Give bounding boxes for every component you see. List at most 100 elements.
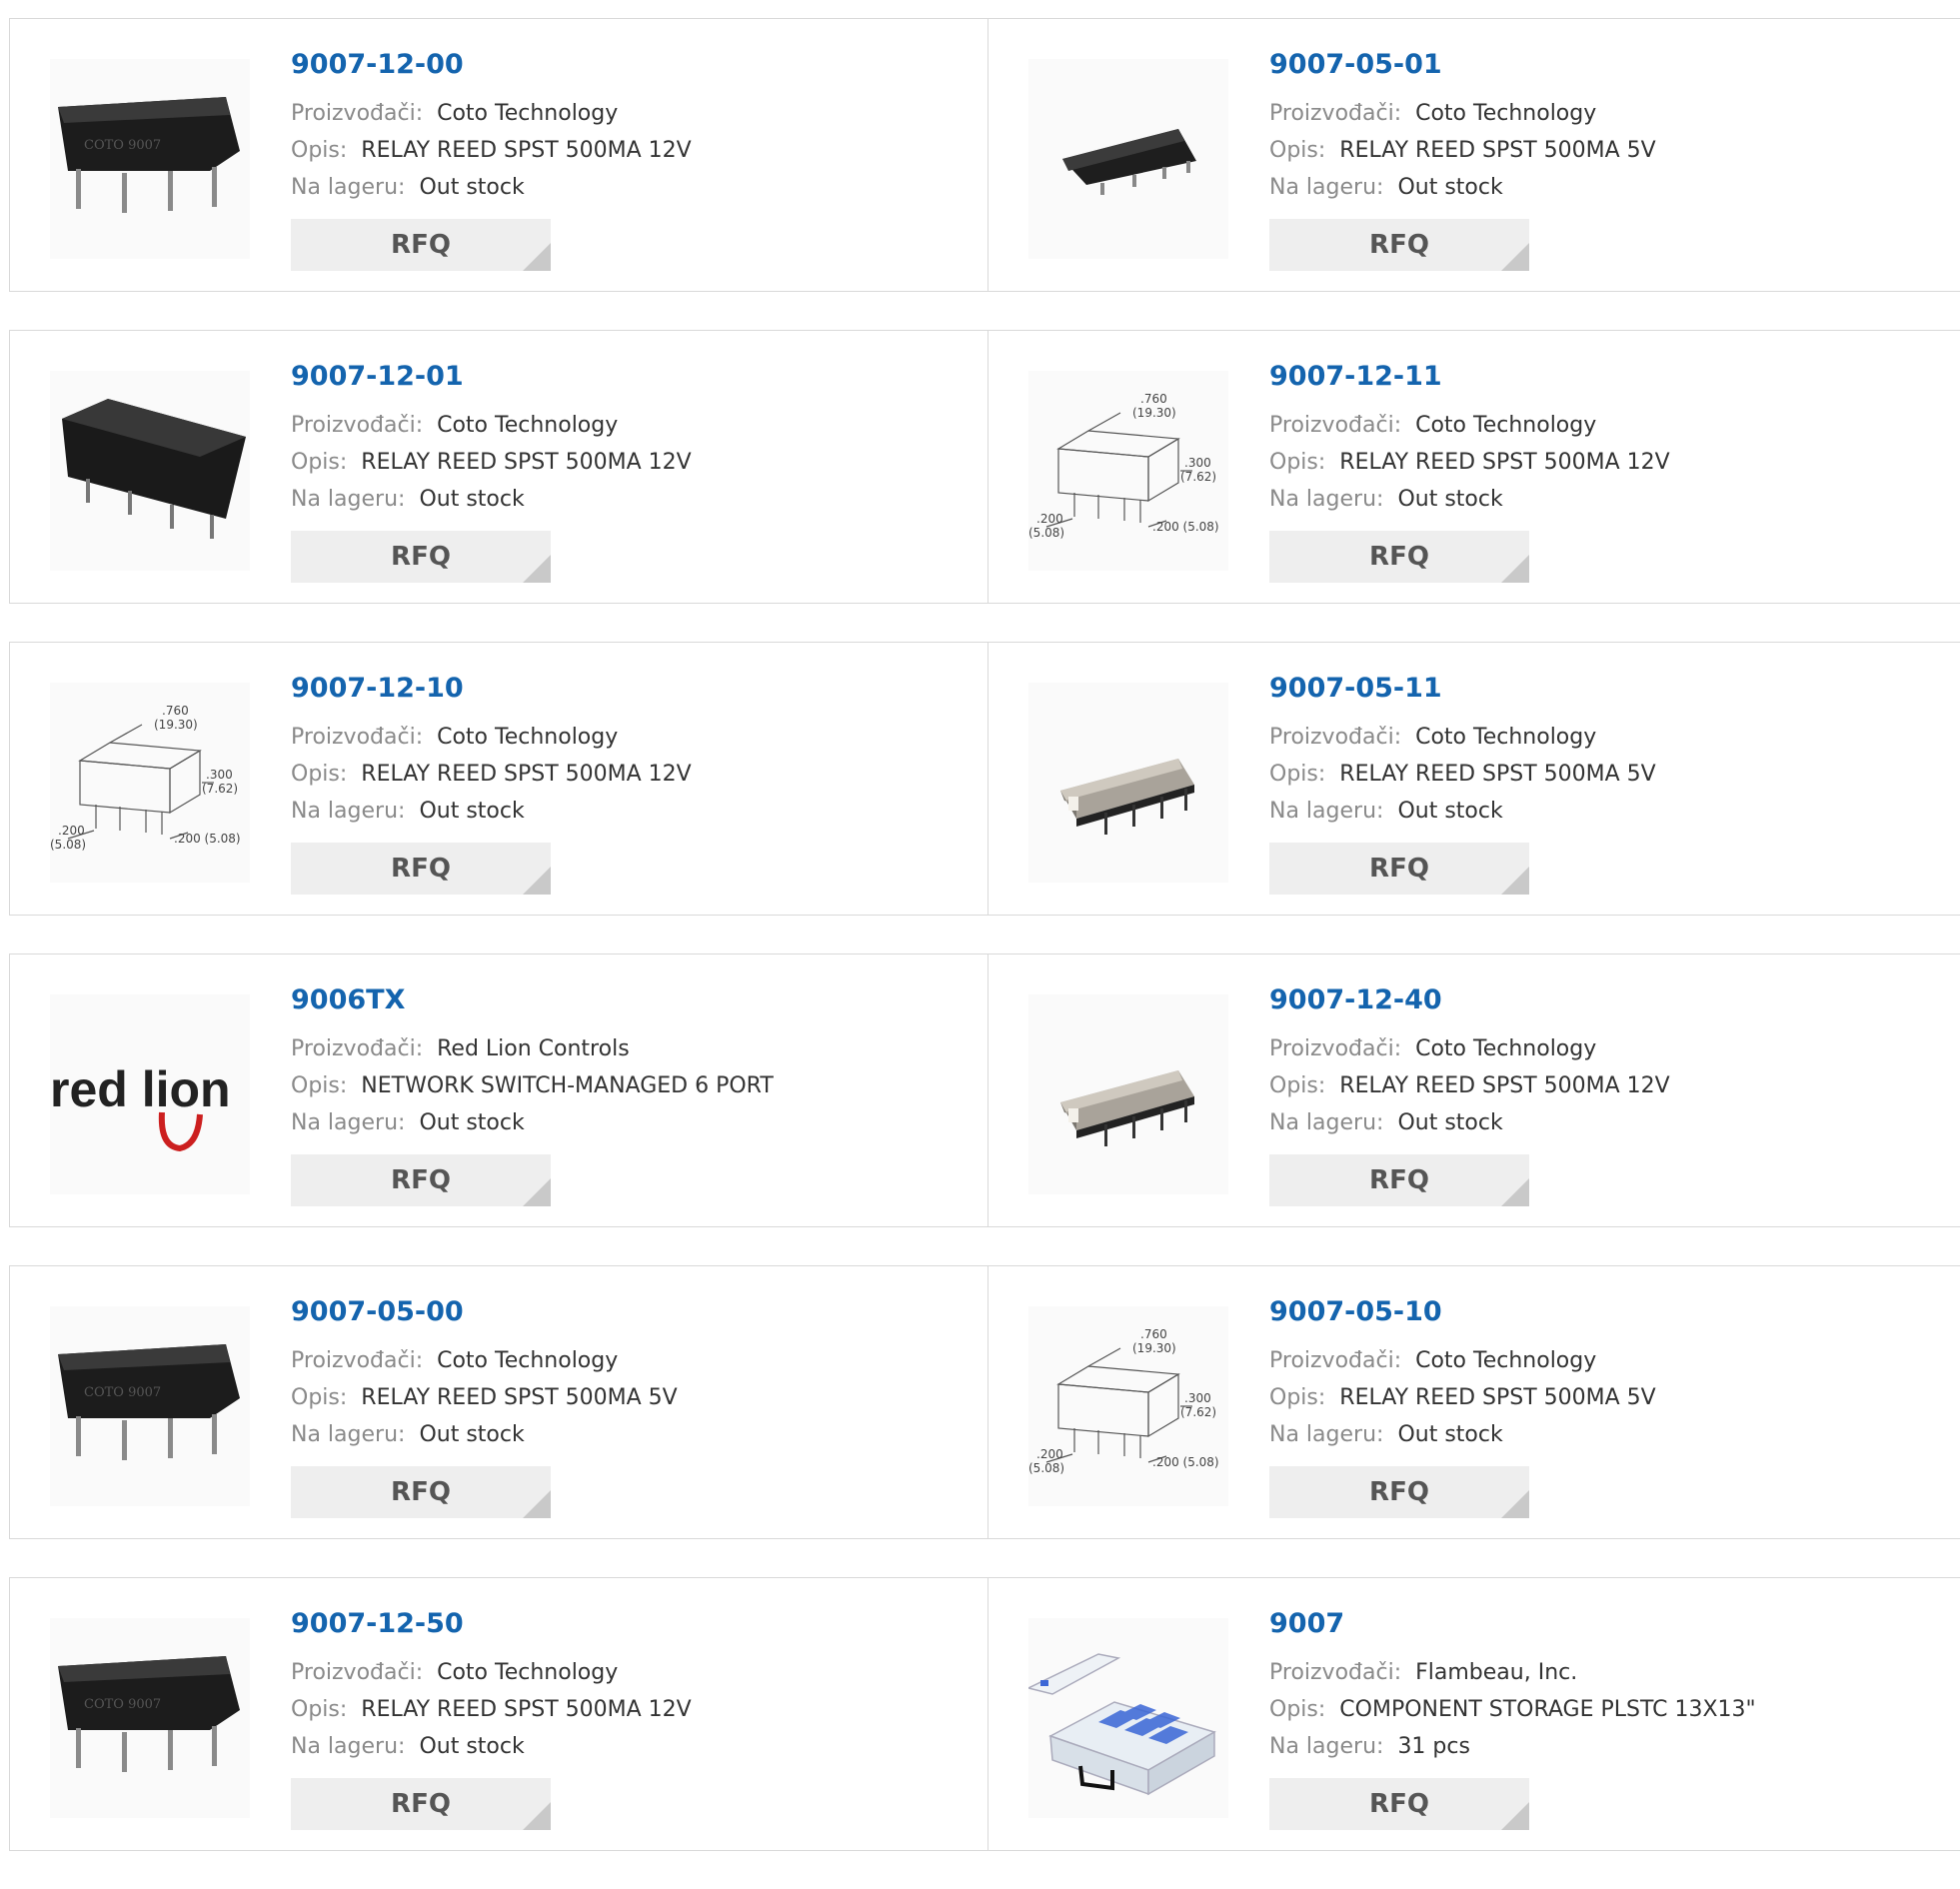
description-row: Opis: RELAY REED SPST 500MA 12V: [1269, 1067, 1670, 1104]
manufacturer-value: Coto Technology: [437, 1348, 619, 1373]
part-number-link[interactable]: 9007-12-40: [1269, 982, 1670, 1018]
part-number-link[interactable]: 9007: [1269, 1606, 1756, 1642]
rfq-label: RFQ: [391, 1165, 451, 1195]
stock-row: Na lageru: Out stock: [291, 793, 692, 830]
manufacturer-value: Red Lion Controls: [437, 1036, 630, 1061]
rfq-button[interactable]: RFQ: [291, 219, 551, 271]
rfq-button[interactable]: RFQ: [1269, 1466, 1529, 1518]
svg-text:.300: .300: [1184, 1391, 1211, 1405]
rfq-label: RFQ: [1369, 1477, 1429, 1507]
stock-label: Na lageru:: [291, 1110, 406, 1135]
description-label: Opis:: [1269, 138, 1326, 163]
stock-label: Na lageru:: [1269, 1734, 1384, 1759]
part-number-link[interactable]: 9007-12-00: [291, 47, 692, 83]
svg-text:.760: .760: [1140, 1327, 1167, 1341]
rfq-button[interactable]: RFQ: [291, 1466, 551, 1518]
rfq-button[interactable]: RFQ: [291, 1154, 551, 1206]
product-info: 9007-12-40 Proizvođači: Coto Technology O…: [1269, 982, 1670, 1141]
manufacturer-label: Proizvođači:: [291, 413, 424, 438]
manufacturer-value: Coto Technology: [437, 725, 619, 750]
product-info: 9007-05-01 Proizvođači: Coto Technology O…: [1269, 47, 1656, 206]
product-info: 9007-05-11 Proizvođači: Coto Technology O…: [1269, 671, 1656, 830]
product-image[interactable]: [1028, 1618, 1228, 1818]
description-label: Opis:: [291, 1697, 348, 1722]
rfq-button[interactable]: RFQ: [291, 531, 551, 583]
manufacturer-label: Proizvođači:: [291, 1036, 424, 1061]
description-value: RELAY REED SPST 500MA 12V: [1339, 1073, 1670, 1098]
product-image[interactable]: .760 (19.30) .300 (7.62) .200 (5.08) .20…: [50, 683, 250, 883]
rfq-button[interactable]: RFQ: [1269, 531, 1529, 583]
manufacturer-label: Proizvođači:: [1269, 1660, 1402, 1685]
description-value: RELAY REED SPST 500MA 5V: [1339, 1385, 1656, 1410]
part-number-link[interactable]: 9007-05-00: [291, 1294, 678, 1330]
rfq-button[interactable]: RFQ: [291, 1778, 551, 1830]
description-label: Opis:: [291, 1073, 348, 1098]
manufacturer-row: Proizvođači: Coto Technology: [291, 407, 692, 444]
stock-row: Na lageru: Out stock: [1269, 1416, 1656, 1453]
stock-value: Out stock: [1397, 1422, 1503, 1447]
part-number-link[interactable]: 9007-05-11: [1269, 671, 1656, 707]
product-card: .760 (19.30) .300 (7.62) .200 (5.08) .20…: [987, 331, 1960, 603]
product-image[interactable]: COTO 9007: [50, 1306, 250, 1506]
rfq-button[interactable]: RFQ: [1269, 1154, 1529, 1206]
product-image[interactable]: [1028, 994, 1228, 1194]
manufacturer-row: Proizvođači: Coto Technology: [291, 1342, 678, 1379]
corner-triangle-icon: [1501, 867, 1529, 895]
svg-text:COTO 9007: COTO 9007: [84, 1385, 161, 1400]
description-label: Opis:: [1269, 1697, 1326, 1722]
description-value: RELAY REED SPST 500MA 12V: [361, 762, 692, 787]
product-image[interactable]: COTO 9007: [50, 1618, 250, 1818]
product-image[interactable]: [1028, 59, 1228, 259]
description-label: Opis:: [1269, 1073, 1326, 1098]
corner-triangle-icon: [523, 1178, 551, 1206]
stock-value: Out stock: [419, 1422, 525, 1447]
product-row: COTO 9007 9007-12-00 Proizvođači: Coto Te…: [9, 18, 1960, 292]
description-value: RELAY REED SPST 500MA 12V: [1339, 450, 1670, 475]
part-number-link[interactable]: 9007-05-01: [1269, 47, 1656, 83]
description-row: Opis: RELAY REED SPST 500MA 12V: [291, 756, 692, 793]
part-number-link[interactable]: 9007-05-10: [1269, 1294, 1656, 1330]
rfq-button[interactable]: RFQ: [291, 843, 551, 895]
stock-value: Out stock: [419, 1110, 525, 1135]
manufacturer-row: Proizvođači: Red Lion Controls: [291, 1030, 774, 1067]
manufacturer-value: Coto Technology: [1415, 101, 1597, 126]
manufacturer-label: Proizvođači:: [291, 101, 424, 126]
rfq-label: RFQ: [1369, 230, 1429, 260]
description-value: RELAY REED SPST 500MA 5V: [1339, 138, 1656, 163]
part-number-link[interactable]: 9007-12-01: [291, 359, 692, 395]
product-image[interactable]: .760 (19.30) .300 (7.62) .200 (5.08) .20…: [1028, 1306, 1228, 1506]
manufacturer-label: Proizvođači:: [1269, 413, 1402, 438]
corner-triangle-icon: [523, 867, 551, 895]
stock-value: Out stock: [1397, 1110, 1503, 1135]
product-image[interactable]: [1028, 683, 1228, 883]
manufacturer-row: Proizvođači: Coto Technology: [1269, 1030, 1670, 1067]
manufacturer-value: Coto Technology: [1415, 725, 1597, 750]
stock-row: Na lageru: Out stock: [1269, 481, 1670, 518]
part-number-link[interactable]: 9006TX: [291, 982, 774, 1018]
stock-label: Na lageru:: [1269, 487, 1384, 512]
description-label: Opis:: [1269, 1385, 1326, 1410]
svg-text:(5.08): (5.08): [1028, 526, 1064, 540]
stock-row: Na lageru: Out stock: [1269, 1104, 1670, 1141]
svg-text:.200 (5.08): .200 (5.08): [174, 832, 241, 846]
rfq-button[interactable]: RFQ: [1269, 219, 1529, 271]
corner-triangle-icon: [523, 1490, 551, 1518]
product-image[interactable]: red lion: [50, 994, 250, 1194]
manufacturer-label: Proizvođači:: [291, 1348, 424, 1373]
part-number-link[interactable]: 9007-12-11: [1269, 359, 1670, 395]
rfq-button[interactable]: RFQ: [1269, 1778, 1529, 1830]
product-image[interactable]: COTO 9007: [50, 59, 250, 259]
svg-text:(19.30): (19.30): [1132, 1341, 1176, 1355]
product-image[interactable]: .760 (19.30) .300 (7.62) .200 (5.08) .20…: [1028, 371, 1228, 571]
part-number-link[interactable]: 9007-12-10: [291, 671, 692, 707]
product-info: 9007-12-50 Proizvođači: Coto Technology O…: [291, 1606, 692, 1765]
manufacturer-row: Proizvođači: Coto Technology: [291, 1654, 692, 1691]
rfq-button[interactable]: RFQ: [1269, 843, 1529, 895]
part-number-link[interactable]: 9007-12-50: [291, 1606, 692, 1642]
manufacturer-value: Coto Technology: [1415, 1348, 1597, 1373]
product-row: red lion 9006TX Proizvođači: Red Lion Con…: [9, 953, 1960, 1227]
svg-text:(19.30): (19.30): [1132, 406, 1176, 420]
product-image[interactable]: [50, 371, 250, 571]
manufacturer-label: Proizvođači:: [1269, 101, 1402, 126]
stock-row: Na lageru: Out stock: [291, 481, 692, 518]
